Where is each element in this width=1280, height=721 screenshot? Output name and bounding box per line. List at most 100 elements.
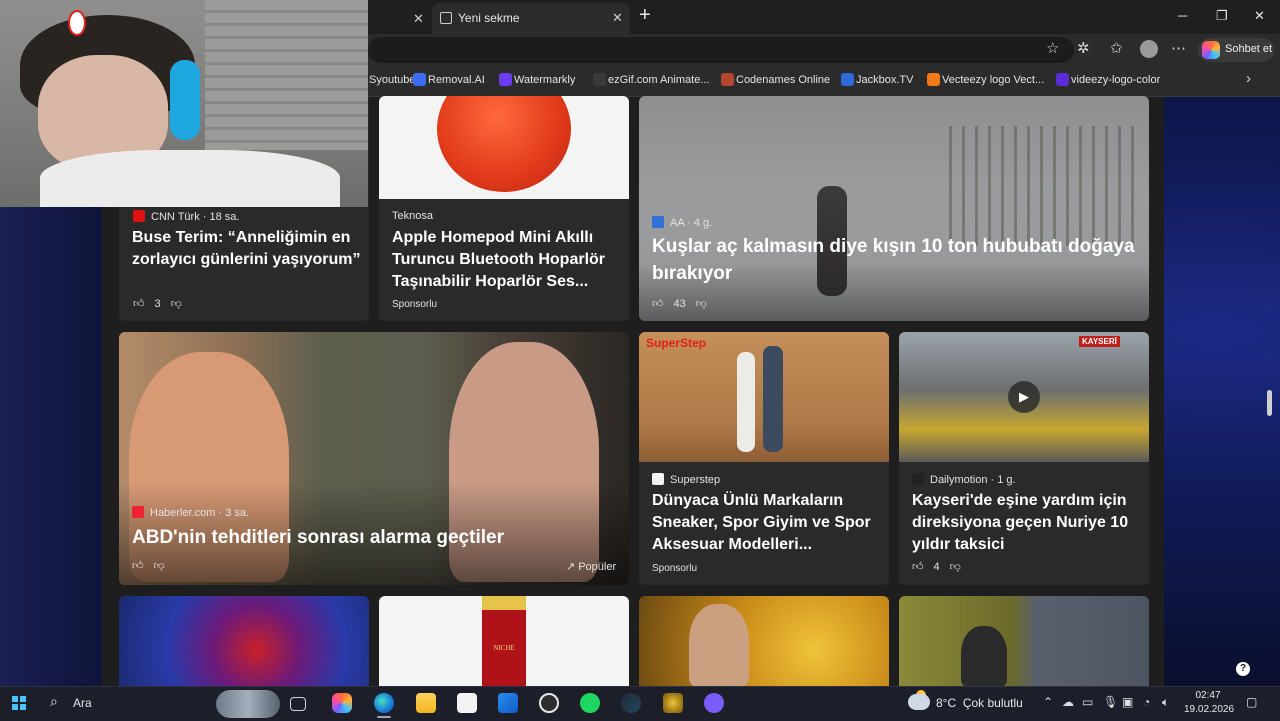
tab-previous[interactable]: ✕ (368, 3, 430, 33)
card-headline[interactable]: Kuşlar aç kalmasın diye kışın 10 ton hub… (652, 233, 1142, 287)
cloud-icon (908, 694, 930, 710)
close-tab-icon[interactable]: ✕ (612, 10, 623, 26)
thumbs-down-icon[interactable]: 👎︎ (950, 561, 961, 573)
bookmark-favicon-icon (593, 73, 606, 86)
sponsored-card[interactable]: Teknosa Apple Homepod Mini Akıllı Turunc… (379, 96, 629, 321)
favorites-icon[interactable]: ✩ (1110, 41, 1123, 57)
tab-title: Yeni sekme (458, 11, 520, 25)
scrollbar-thumb[interactable] (1267, 390, 1272, 416)
file-explorer-icon[interactable] (416, 693, 436, 713)
copilot-label: Sohbet et (1225, 43, 1273, 55)
system-clock[interactable]: 02:47 19.02.2026 (1184, 689, 1234, 717)
more-menu-icon[interactable]: ⋯ (1171, 41, 1186, 57)
card-source: Teknosa (392, 210, 433, 222)
tab-new-tab[interactable]: Yeni sekme ✕ (432, 3, 630, 34)
card-headline[interactable]: ABD'nin tehditleri sonrası alarma geçtil… (132, 524, 622, 551)
copilot-taskbar-icon[interactable] (332, 693, 352, 713)
card-headline[interactable]: Kayseri'de eşine yardım için direksiyona… (912, 490, 1142, 556)
mail-icon[interactable] (498, 693, 518, 713)
person-image (961, 626, 1007, 686)
bookmark-item[interactable]: Syoutube (369, 74, 415, 86)
bookmark-item[interactable]: videezy-logo-color (1071, 74, 1160, 86)
like-count: 43 (673, 298, 686, 310)
minimize-button[interactable]: ─ (1178, 8, 1187, 23)
weather-condition: Çok bulutlu (962, 696, 1023, 710)
bookmark-favicon-icon (721, 73, 734, 86)
thumbs-up-icon[interactable]: 👍︎ (652, 298, 664, 310)
microphone-icon[interactable]: 🎙︎ (1103, 695, 1118, 709)
address-bar[interactable] (368, 37, 1074, 63)
thumbs-down-icon[interactable]: 👎︎ (154, 560, 165, 572)
product-label-text: NICHE (493, 644, 515, 652)
card-age: · 3 sa. (218, 507, 250, 519)
card-headline[interactable]: Dünyaca Ünlü Markaların Sneaker, Spor Gi… (652, 490, 882, 556)
thumbs-down-icon[interactable]: 👎︎ (696, 298, 707, 310)
bookmark-favicon-icon (927, 73, 940, 86)
favorite-star-icon[interactable]: ☆ (1046, 41, 1059, 57)
bookmark-item[interactable]: Removal.AI (428, 74, 485, 86)
superstep-logo-icon (652, 473, 664, 485)
news-card[interactable]: KAYSERİ ▶ Dailymotion · 1 g. Kayseri'de … (899, 332, 1149, 585)
bookmark-item[interactable]: Watermarkly (514, 74, 575, 86)
discord-icon[interactable] (704, 693, 724, 713)
sponsored-label: Sponsorlu (392, 299, 438, 310)
help-icon[interactable]: ? (1236, 662, 1250, 676)
microsoft-store-icon[interactable] (457, 693, 477, 713)
wifi-icon[interactable]: ◔ (1143, 695, 1150, 709)
thumbs-up-icon[interactable]: 👍︎ (132, 560, 144, 572)
restore-button[interactable]: ❐ (1216, 8, 1228, 24)
close-tab-icon[interactable]: ✕ (413, 11, 424, 27)
card-source: Haberler.com (150, 507, 216, 519)
steam-icon[interactable] (621, 693, 641, 713)
bookmark-favicon-icon (1056, 73, 1069, 86)
thumbs-down-icon[interactable]: 👎︎ (171, 298, 182, 310)
spotify-icon[interactable] (580, 693, 600, 713)
new-tab-button[interactable]: + (639, 5, 651, 25)
sponsored-card[interactable]: SuperStep Superstep Dünyaca Ünlü Markala… (639, 332, 889, 585)
news-ticker-text: KAYSERİ (1079, 336, 1120, 347)
webcam-overlay (0, 0, 368, 207)
card-source: CNN Türk (151, 211, 200, 223)
battery-icon[interactable]: ▭ (1082, 695, 1093, 709)
volume-icon[interactable]: 🔈︎ (1162, 695, 1169, 710)
sponsored-label: Sponsorlu (652, 563, 698, 574)
windows-start-icon[interactable] (12, 696, 26, 710)
edge-browser-icon[interactable] (374, 693, 394, 713)
notifications-icon[interactable]: ▢ (1246, 695, 1257, 709)
extensions-icon[interactable]: ✲ (1077, 41, 1090, 57)
search-icon: ⌕ (50, 693, 58, 709)
network-adapter-icon[interactable]: ▣ (1122, 695, 1133, 709)
news-card[interactable] (899, 596, 1149, 686)
bookmark-item[interactable]: Jackbox.TV (856, 74, 913, 86)
taskbar-search[interactable]: ⌕ Ara (40, 690, 280, 718)
play-icon[interactable]: ▶ (1008, 381, 1040, 413)
news-card-hero[interactable]: Haberler.com · 3 sa. ABD'nin tehditleri … (119, 332, 629, 585)
thumbs-up-icon[interactable]: 👍︎ (133, 298, 145, 310)
bookmark-item[interactable]: Codenames Online (736, 74, 830, 86)
task-view-icon[interactable] (290, 697, 306, 711)
page-scrollbar[interactable] (1265, 96, 1275, 686)
new-tab-icon (440, 12, 452, 24)
copilot-chat-button[interactable]: Sohbet et (1198, 38, 1274, 62)
bookmark-favicon-icon (413, 73, 426, 86)
dailymotion-logo-icon (912, 473, 924, 485)
profile-avatar[interactable] (1140, 40, 1158, 58)
sponsored-card[interactable]: NICHE (379, 596, 629, 686)
show-hidden-icons-icon[interactable]: ⌃ (1043, 695, 1053, 709)
card-headline[interactable]: Buse Terim: “Anneliğimin en zorlayıcı gü… (132, 227, 362, 271)
model-figure-image (763, 346, 783, 452)
news-card-hero[interactable]: AA · 4 g. Kuşlar aç kalmasın diye kışın … (639, 96, 1149, 321)
card-headline[interactable]: Apple Homepod Mini Akıllı Turuncu Blueto… (392, 227, 622, 293)
news-card[interactable] (639, 596, 889, 686)
cnn-turk-logo-icon (133, 210, 145, 222)
bookmark-item[interactable]: ezGif.com Animate... (608, 74, 709, 86)
obs-studio-icon[interactable] (539, 693, 559, 713)
close-window-button[interactable]: ✕ (1254, 8, 1265, 24)
cloud-sync-icon[interactable]: ☁ (1062, 695, 1074, 709)
chevron-right-icon[interactable]: › (1246, 70, 1251, 87)
news-card[interactable] (119, 596, 369, 686)
thumbs-up-icon[interactable]: 👍︎ (912, 561, 924, 573)
perfume-bottle-image: NICHE (482, 596, 526, 686)
bookmark-item[interactable]: Vecteezy logo Vect... (942, 74, 1044, 86)
game-app-icon[interactable] (663, 693, 683, 713)
